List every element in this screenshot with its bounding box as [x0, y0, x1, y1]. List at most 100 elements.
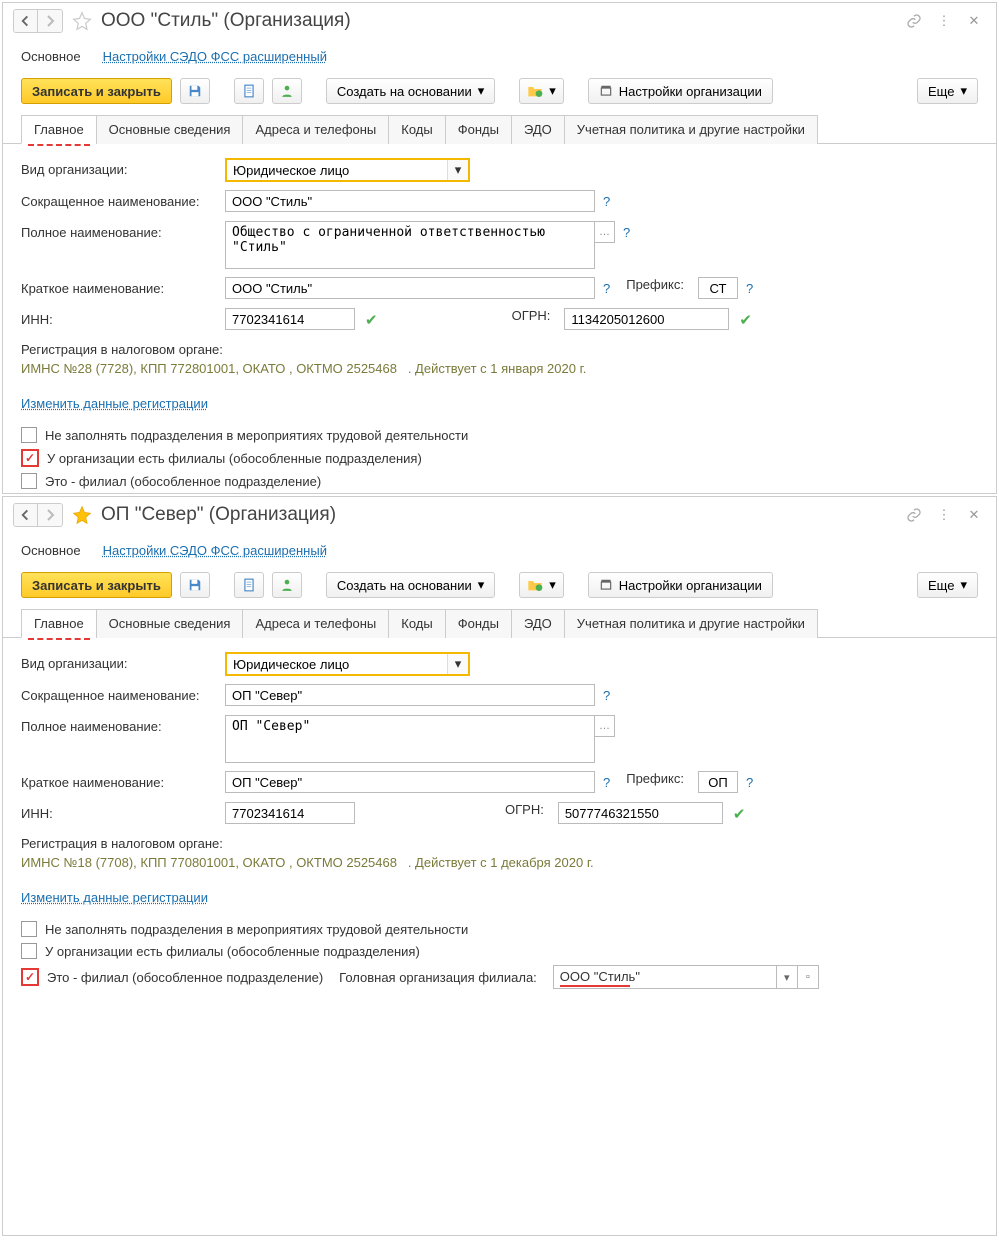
help-icon[interactable]: ? [744, 771, 755, 794]
help-icon[interactable]: ? [601, 190, 612, 213]
chk-no-subdivisions[interactable] [21, 427, 37, 443]
chk-label: Не заполнять подразделения в мероприятия… [45, 922, 468, 937]
help-icon[interactable]: ? [601, 684, 612, 707]
tab-addresses[interactable]: Адреса и телефоны [242, 115, 389, 144]
tab-main[interactable]: Главное [21, 609, 97, 638]
back-button[interactable] [14, 504, 38, 526]
change-reg-link[interactable]: Изменить данные регистрации [21, 396, 208, 411]
tab-main[interactable]: Главное [21, 115, 97, 144]
label-short-name: Сокращенное наименование: [21, 684, 219, 703]
person-button[interactable] [272, 572, 302, 598]
full-name-input[interactable] [225, 221, 595, 269]
close-icon[interactable]: ✕ [966, 507, 982, 523]
prefix-input[interactable] [698, 277, 738, 299]
back-button[interactable] [14, 10, 38, 32]
tab-edo[interactable]: ЭДО [511, 609, 565, 638]
chevron-down-icon[interactable]: ▾ [447, 654, 468, 674]
subtab-sedo[interactable]: Настройки СЭДО ФСС расширенный [103, 47, 327, 66]
subtab-main[interactable]: Основное [21, 541, 81, 560]
doc-button[interactable] [234, 572, 264, 598]
label-short-name: Сокращенное наименование: [21, 190, 219, 209]
ogrn-input[interactable] [558, 802, 723, 824]
org-settings-button[interactable]: Настройки организации [588, 78, 773, 104]
chevron-down-icon: ▾ [478, 83, 485, 99]
nav-buttons [13, 503, 63, 527]
chk-label: Это - филиал (обособленное подразделение… [45, 474, 321, 489]
save-button[interactable] [180, 572, 210, 598]
chevron-down-icon[interactable]: ▾ [447, 160, 468, 180]
forward-button[interactable] [38, 10, 62, 32]
org-type-input[interactable] [227, 654, 447, 674]
person-button[interactable] [272, 78, 302, 104]
help-icon[interactable]: ? [601, 771, 612, 794]
tab-funds[interactable]: Фонды [445, 115, 512, 144]
close-icon[interactable]: ✕ [966, 13, 982, 29]
tab-codes[interactable]: Коды [388, 609, 445, 638]
chk-has-branches[interactable] [21, 449, 39, 467]
prefix-input[interactable] [698, 771, 738, 793]
inn-input[interactable] [225, 802, 355, 824]
tab-funds[interactable]: Фонды [445, 609, 512, 638]
open-ref-icon[interactable]: ▫ [797, 966, 818, 988]
brief-name-input[interactable] [225, 277, 595, 299]
tab-addresses[interactable]: Адреса и телефоны [242, 609, 389, 638]
subtab-main[interactable]: Основное [21, 47, 81, 66]
nav-buttons [13, 9, 63, 33]
org-type-select[interactable]: ▾ [225, 158, 470, 182]
chevron-down-icon[interactable]: ▾ [776, 966, 797, 988]
save-close-button[interactable]: Записать и закрыть [21, 78, 172, 104]
brief-name-input[interactable] [225, 771, 595, 793]
create-based-button[interactable]: Создать на основании▾ [326, 78, 495, 104]
more-menu-icon[interactable]: ⋮ [936, 13, 952, 29]
change-reg-link[interactable]: Изменить данные регистрации [21, 890, 208, 905]
org-type-select[interactable]: ▾ [225, 652, 470, 676]
label-full-name: Полное наименование: [21, 715, 219, 734]
doc-button[interactable] [234, 78, 264, 104]
chk-label: У организации есть филиалы (обособленные… [45, 944, 420, 959]
short-name-input[interactable] [225, 684, 595, 706]
subtab-sedo[interactable]: Настройки СЭДО ФСС расширенный [103, 541, 327, 560]
save-close-button[interactable]: Записать и закрыть [21, 572, 172, 598]
window-org-sever: ОП "Север" (Организация) ⋮ ✕ Основное На… [2, 496, 997, 1236]
expand-button[interactable]: … [595, 221, 615, 243]
folder-button[interactable]: ▾ [519, 572, 564, 598]
inn-input[interactable] [225, 308, 355, 330]
ogrn-input[interactable] [564, 308, 729, 330]
help-icon[interactable]: ? [601, 277, 612, 300]
tab-general[interactable]: Основные сведения [96, 115, 244, 144]
chk-has-branches[interactable] [21, 943, 37, 959]
tab-accounting[interactable]: Учетная политика и другие настройки [564, 609, 818, 638]
chk-no-subdivisions[interactable] [21, 921, 37, 937]
tab-general[interactable]: Основные сведения [96, 609, 244, 638]
full-name-input[interactable] [225, 715, 595, 763]
link-icon[interactable] [906, 507, 922, 523]
folder-button[interactable]: ▾ [519, 78, 564, 104]
create-based-button[interactable]: Создать на основании▾ [326, 572, 495, 598]
label-ogrn: ОГРН: [497, 802, 552, 817]
label-brief-name: Краткое наименование: [21, 771, 219, 790]
org-settings-button[interactable]: Настройки организации [588, 572, 773, 598]
short-name-input[interactable] [225, 190, 595, 212]
help-icon[interactable]: ? [744, 277, 755, 300]
chk-is-branch[interactable] [21, 473, 37, 489]
parent-org-input[interactable]: ООО "Стиль" ▾ ▫ [553, 965, 819, 989]
chk-is-branch[interactable] [21, 968, 39, 986]
tax-reg-info: ИМНС №18 (7708), КПП 770801001, ОКАТО , … [21, 855, 978, 870]
label-inn: ИНН: [21, 308, 219, 327]
label-prefix: Префикс: [618, 277, 692, 292]
org-type-input[interactable] [227, 160, 447, 180]
tax-reg-heading: Регистрация в налоговом органе: [21, 836, 978, 851]
more-button[interactable]: Еще ▾ [917, 572, 978, 598]
favorite-star-icon[interactable] [71, 504, 93, 526]
more-menu-icon[interactable]: ⋮ [936, 507, 952, 523]
tab-codes[interactable]: Коды [388, 115, 445, 144]
link-icon[interactable] [906, 13, 922, 29]
tab-accounting[interactable]: Учетная политика и другие настройки [564, 115, 818, 144]
favorite-star-icon[interactable] [71, 10, 93, 32]
expand-button[interactable]: … [595, 715, 615, 737]
save-button[interactable] [180, 78, 210, 104]
more-button[interactable]: Еще ▾ [917, 78, 978, 104]
forward-button[interactable] [38, 504, 62, 526]
help-icon[interactable]: ? [621, 221, 632, 244]
tab-edo[interactable]: ЭДО [511, 115, 565, 144]
